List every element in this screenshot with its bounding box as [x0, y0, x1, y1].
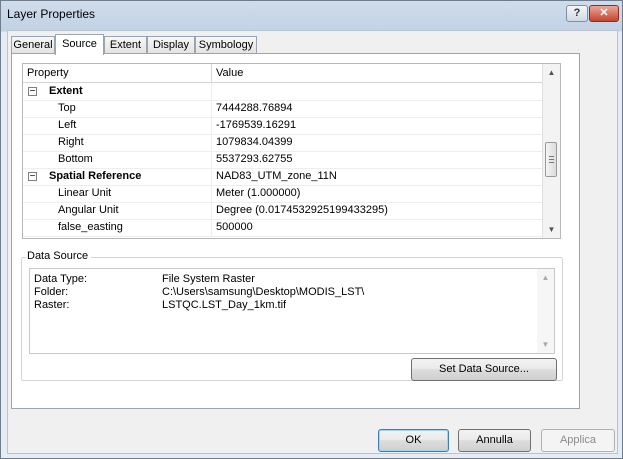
- row-value: 5537293.62755: [216, 153, 293, 165]
- grid-row-left[interactable]: Left -1769539.16291: [23, 117, 543, 135]
- row-property: Top: [23, 100, 212, 117]
- row-value: 500000: [216, 221, 253, 233]
- raster-value: LSTQC.LST_Day_1km.tif: [162, 299, 287, 311]
- help-button[interactable]: ?: [566, 5, 588, 22]
- row-property: Bottom: [23, 151, 212, 168]
- scroll-up-icon[interactable]: ▲: [543, 64, 560, 81]
- grid-row-bottom[interactable]: Bottom 5537293.62755: [23, 151, 543, 169]
- data-source-scrollbar[interactable]: ▲ ▼: [537, 269, 554, 353]
- row-value: Meter (1.000000): [216, 187, 301, 199]
- grid-vertical-scrollbar[interactable]: ▲ ▼: [542, 64, 560, 238]
- data-type-key: Data Type:: [34, 273, 87, 285]
- grid-row-right[interactable]: Right 1079834.04399: [23, 134, 543, 152]
- grid-row-angular-unit[interactable]: Angular Unit Degree (0.01745329251994332…: [23, 202, 543, 220]
- scroll-down-icon[interactable]: ▼: [543, 221, 560, 238]
- grid-row-false-easting[interactable]: false_easting 500000: [23, 219, 543, 237]
- grid-row-linear-unit[interactable]: Linear Unit Meter (1.000000): [23, 185, 543, 203]
- tab-display[interactable]: Display: [147, 36, 195, 53]
- row-property: false_easting: [23, 219, 212, 236]
- grid-row-spatial-reference[interactable]: − Spatial Reference NAD83_UTM_zone_11N: [23, 168, 543, 186]
- tab-source[interactable]: Source: [55, 34, 104, 55]
- tab-symbology[interactable]: Symbology: [195, 36, 257, 53]
- row-value: 1079834.04399: [216, 136, 293, 148]
- row-value: 7444288.76894: [216, 102, 293, 114]
- data-source-group: Data Source Data Type: File System Raste…: [21, 250, 563, 381]
- set-data-source-button[interactable]: Set Data Source...: [411, 358, 557, 381]
- tab-extent[interactable]: Extent: [104, 36, 147, 53]
- apply-button: Applica: [541, 429, 615, 452]
- window-title: Layer Properties: [7, 7, 96, 21]
- layer-properties-dialog: Layer Properties ? ✕ General Source Exte…: [0, 0, 623, 459]
- cancel-button[interactable]: Annulla: [458, 429, 531, 452]
- source-tab-panel: Property Value − Extent Top 7444288.7689…: [11, 53, 580, 409]
- dialog-client-area: General Source Extent Display Symbology …: [7, 30, 618, 454]
- scroll-down-icon[interactable]: ▼: [537, 336, 554, 353]
- data-source-label: Data Source: [26, 250, 92, 262]
- grid-row-extent[interactable]: − Extent: [23, 83, 543, 101]
- folder-value: C:\Users\samsung\Desktop\MODIS_LST\: [162, 286, 365, 298]
- data-type-value: File System Raster: [162, 273, 255, 285]
- data-source-info-box[interactable]: Data Type: File System Raster Folder: C:…: [29, 268, 555, 354]
- row-property: Extent: [23, 83, 212, 100]
- value-column-header[interactable]: Value: [212, 64, 543, 82]
- row-property: Spatial Reference: [23, 168, 212, 185]
- title-bar: Layer Properties ? ✕: [1, 1, 622, 27]
- row-value: [216, 83, 543, 100]
- row-value: -1769539.16291: [216, 119, 297, 131]
- row-value: NAD83_UTM_zone_11N: [216, 170, 337, 182]
- row-property: Linear Unit: [23, 185, 212, 202]
- row-value: Degree (0.0174532925199433295): [216, 204, 388, 216]
- scroll-thumb[interactable]: [545, 142, 557, 177]
- row-property: Left: [23, 117, 212, 134]
- tab-general[interactable]: General: [11, 36, 55, 53]
- row-property: Right: [23, 134, 212, 151]
- grid-row-top[interactable]: Top 7444288.76894: [23, 100, 543, 118]
- property-grid-header: Property Value: [23, 64, 543, 83]
- property-column-header[interactable]: Property: [23, 64, 212, 82]
- close-button[interactable]: ✕: [589, 5, 619, 22]
- row-property: Angular Unit: [23, 202, 212, 219]
- property-grid[interactable]: Property Value − Extent Top 7444288.7689…: [22, 63, 561, 239]
- folder-key: Folder:: [34, 286, 69, 298]
- scroll-up-icon[interactable]: ▲: [537, 269, 554, 286]
- ok-button[interactable]: OK: [378, 429, 449, 452]
- raster-key: Raster:: [34, 299, 70, 311]
